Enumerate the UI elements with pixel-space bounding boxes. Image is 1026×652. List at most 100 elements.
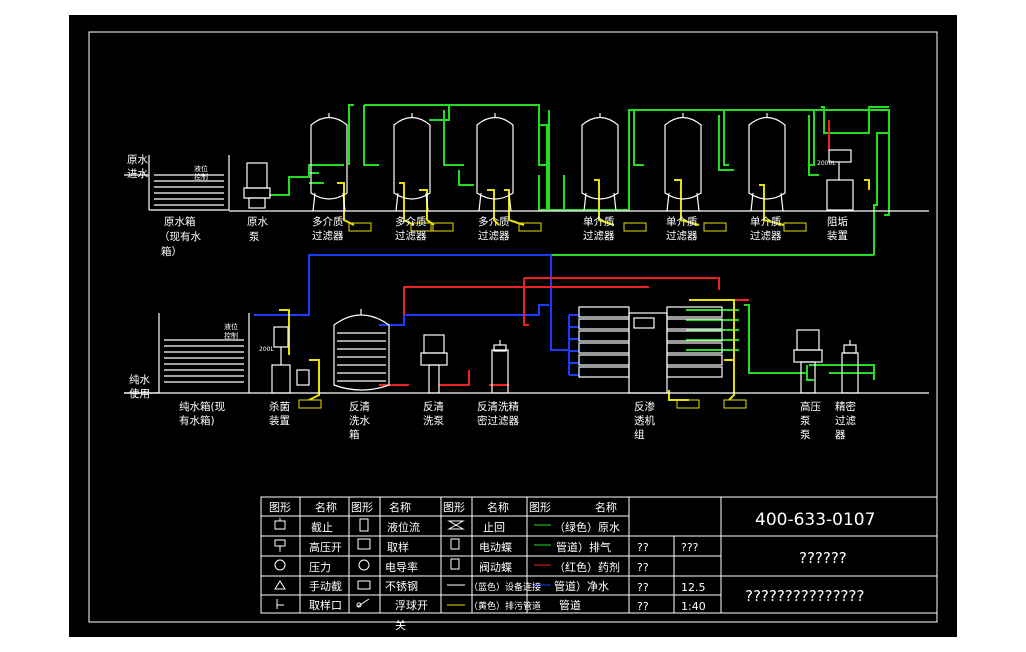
legend-r3-c3: 阀动蝶: [479, 560, 512, 574]
backwash-tank: [333, 309, 390, 391]
float-switch-icon: [356, 598, 370, 608]
tb-cell-4a: ??: [637, 600, 649, 613]
label-multi-filter-1b: 过滤器: [312, 229, 344, 242]
legend-r1-c3: 止回: [483, 521, 505, 534]
legend-r2-c4: 管道）排气: [556, 540, 611, 554]
chemical-pipes: [379, 120, 830, 386]
legend-r3-c2: 电导率: [385, 560, 418, 574]
legend-r5-c3: （黄色）排污管道: [469, 600, 541, 612]
legend-text: 图形 名称 图形 名称 图形 名称 图形 名称 截止 液位流 止回 （绿色）原水…: [269, 500, 620, 632]
tb-cell-3b: 12.5: [681, 581, 706, 594]
hp-switch-icon: [274, 539, 286, 552]
label-ro-unit-1: 反渗: [634, 400, 655, 413]
legend-r1-c1: 截止: [311, 520, 333, 534]
pure-water-pipes: [254, 254, 579, 376]
label-backwash-tank-2: 洗水: [349, 415, 370, 427]
multi-media-filter-1: [310, 113, 348, 212]
label-multi-filter-1a: 多介质: [312, 215, 344, 228]
label-backwash-pump-2: 洗泵: [423, 415, 444, 427]
legend-header-3: 图形: [351, 501, 373, 514]
label-single-filter-1b: 过滤器: [583, 229, 615, 242]
multi-media-filter-2: [393, 113, 431, 212]
legend-r4-c3: （蓝色）设备连接: [469, 581, 541, 593]
label-sterilizer-2: 装置: [269, 414, 290, 427]
drain-pipes: [279, 179, 870, 401]
legend-header-6: 名称: [487, 500, 509, 514]
single-media-filter-3: [748, 113, 786, 212]
legend-header-8: 名称: [595, 500, 617, 514]
label-hp-pump-3: 泵: [800, 429, 811, 441]
legend-r5-c1: 取样口: [309, 598, 342, 612]
label-pure-water-2: 使用: [129, 387, 150, 400]
label-scale-inhibitor-1: 阻垢: [827, 216, 848, 228]
sample-port-icon: [276, 599, 284, 609]
label-dosing-box: 2000L: [817, 160, 836, 167]
tb-cell-2a: ??: [637, 561, 649, 574]
label-single-filter-2b: 过滤器: [666, 229, 698, 242]
tb-phone: 400-633-0107: [755, 510, 875, 530]
label-precision-filter-2: 过滤: [835, 414, 856, 427]
legend-r1-c2: 液位流: [387, 520, 420, 534]
label-level-ctrl-1: 液位: [224, 322, 238, 331]
label-multi-filter-3a: 多介质: [478, 215, 510, 228]
label-ro-unit-3: 组: [634, 428, 645, 441]
label-backwash-filter-2: 密过滤器: [477, 414, 519, 427]
high-pressure-pump: [793, 329, 823, 394]
label-multi-filter-2b: 过滤器: [395, 229, 427, 242]
label-ro-unit-2: 透机: [634, 414, 655, 427]
drain-boxes: [298, 222, 807, 409]
label-pure-water-1: 纯水: [129, 373, 150, 386]
sterilizer: [271, 326, 310, 394]
label-level-switch-2: 控制: [194, 172, 208, 181]
tb-drawing-name: ??????: [799, 549, 847, 567]
legend-r5-c2: 浮球开: [395, 598, 428, 612]
label-sterilizer-box: 200L: [259, 346, 274, 353]
legend-r3-c4: （红色）药剂: [554, 560, 620, 574]
label-hp-pump-2: 泵: [800, 415, 811, 427]
label-level-switch-1: 液位: [194, 164, 208, 173]
label-backwash-filter-1: 反清洗精: [477, 400, 519, 413]
legend-r4-c1: 手动截: [309, 579, 342, 593]
label-pure-tank-2: 有水箱): [179, 414, 215, 427]
legend-r2-c1: 高压开: [309, 540, 342, 554]
legend-header-4: 名称: [389, 500, 411, 514]
label-pure-tank-1: 纯水箱(现: [179, 400, 226, 413]
legend-r3-c1: 压力: [309, 561, 331, 574]
label-single-filter-2a: 单介质: [666, 216, 698, 228]
precision-filter: [841, 340, 859, 394]
tb-cell-1a: ??: [637, 541, 649, 554]
label-level-ctrl-2: 控制: [224, 331, 238, 340]
electric-butterfly-icon: [450, 538, 460, 550]
legend-r4-c2: 不锈钢: [385, 580, 418, 593]
label-single-filter-3a: 单介质: [750, 216, 782, 228]
tb-cell-4b: 1:40: [681, 600, 706, 613]
legend-r2-c3: 电动蝶: [479, 540, 512, 554]
globe-valve-icon: [274, 518, 286, 530]
label-backwash-tank-1: 反清: [349, 400, 370, 413]
raw-water-pump: [243, 162, 271, 209]
label-raw-inlet-2: 进水: [127, 168, 148, 180]
scale-inhibitor: [826, 149, 854, 211]
pressure-gauge-icon: [274, 559, 286, 571]
label-single-filter-1a: 单介质: [583, 216, 615, 228]
label-sterilizer-1: 杀菌: [269, 400, 290, 413]
sampling-icon: [357, 538, 371, 550]
label-raw-tank-1: 原水箱: [164, 215, 196, 228]
label-multi-filter-2a: 多介质: [395, 215, 427, 228]
legend-r2-c2: 取样: [387, 540, 409, 554]
single-media-filter-2: [664, 113, 702, 212]
tb-company: ???????????????: [745, 587, 864, 605]
level-flow-icon: [359, 518, 369, 532]
title-block-text: ?? ??? ?? ?? 12.5 ?? 1:40 ?? 400-633-010…: [637, 510, 875, 613]
tb-cell-1b: ???: [681, 541, 699, 554]
check-valve-icon: [447, 520, 465, 530]
label-precision-filter-1: 精密: [835, 400, 856, 413]
label-raw-tank-3: 箱）: [161, 245, 182, 258]
label-backwash-tank-3: 箱: [349, 428, 360, 441]
legend-header-5: 图形: [443, 501, 465, 514]
label-scale-inhibitor-2: 装置: [827, 229, 848, 242]
label-hp-pump-1: 高压: [800, 400, 821, 413]
label-raw-pump-1: 原水: [247, 216, 268, 228]
label-precision-filter-3: 器: [835, 429, 846, 441]
cad-drawing: 原水 进水 液位 控制 原水箱 （现有水 箱） 原水 泵 多介质 过滤器 多介质…: [69, 15, 957, 637]
